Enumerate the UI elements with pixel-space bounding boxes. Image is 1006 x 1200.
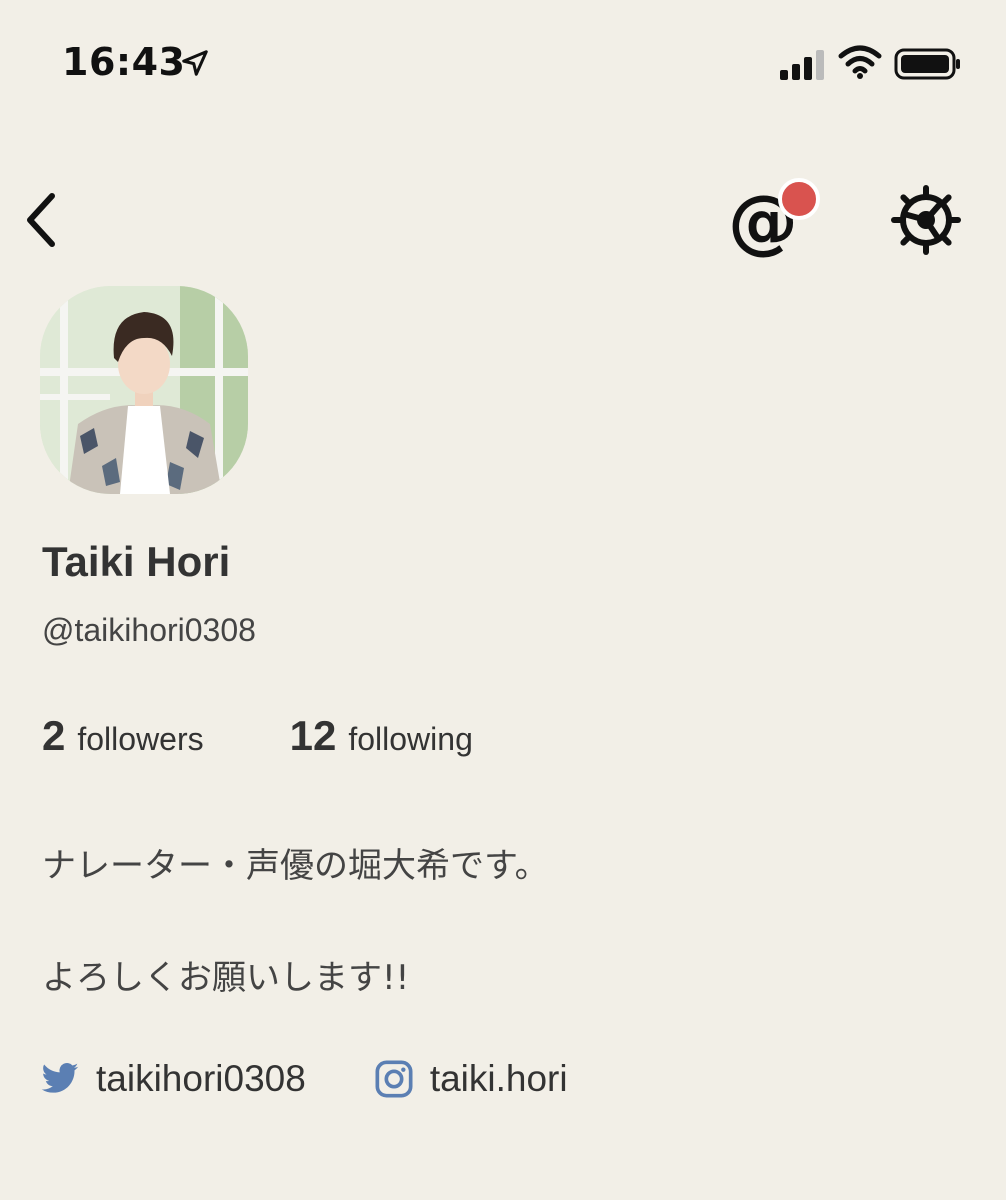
profile-stats: 2 followers 12 following [42,712,473,760]
following-label: following [348,721,473,757]
bio: ナレーター・声優の堀大希です。 よろしくお願いします!! [42,838,962,1006]
back-button[interactable] [18,190,68,250]
display-name: Taiki Hori [42,538,231,585]
instagram-icon [375,1060,413,1098]
followers-count: 2 [42,712,66,759]
following-count: 12 [289,712,337,759]
instagram-link[interactable]: taiki.hori [374,1058,568,1100]
followers-stat[interactable]: 2 followers [42,712,204,760]
twitter-link[interactable]: taikihori0308 [40,1058,306,1100]
notification-dot [778,178,820,220]
mentions-button[interactable]: @ [728,178,820,264]
bio-line: よろしくお願いします!! [42,958,410,998]
followers-label: followers [77,721,204,757]
twitter-icon [41,1063,79,1093]
status-time: 16:43 [62,40,186,84]
instagram-handle: taiki.hori [429,1058,568,1099]
settings-button[interactable] [890,184,962,256]
username: @taikihori0308 [42,612,256,648]
cellular-signal-icon [780,50,824,80]
avatar-photo [40,286,248,494]
gear-icon [891,185,961,255]
location-arrow-icon [182,50,208,76]
nav-bar: @ [0,170,1006,270]
twitter-handle: taikihori0308 [96,1058,306,1099]
following-stat[interactable]: 12 following [290,712,473,760]
chevron-left-icon [27,193,55,247]
wifi-icon [838,45,882,79]
battery-icon [894,48,960,80]
avatar[interactable] [40,286,248,494]
social-links: taikihori0308 taiki.hori [40,1058,568,1100]
bio-line: ナレーター・声優の堀大希です。 [42,846,549,886]
status-bar: 16:43 [0,0,1006,120]
